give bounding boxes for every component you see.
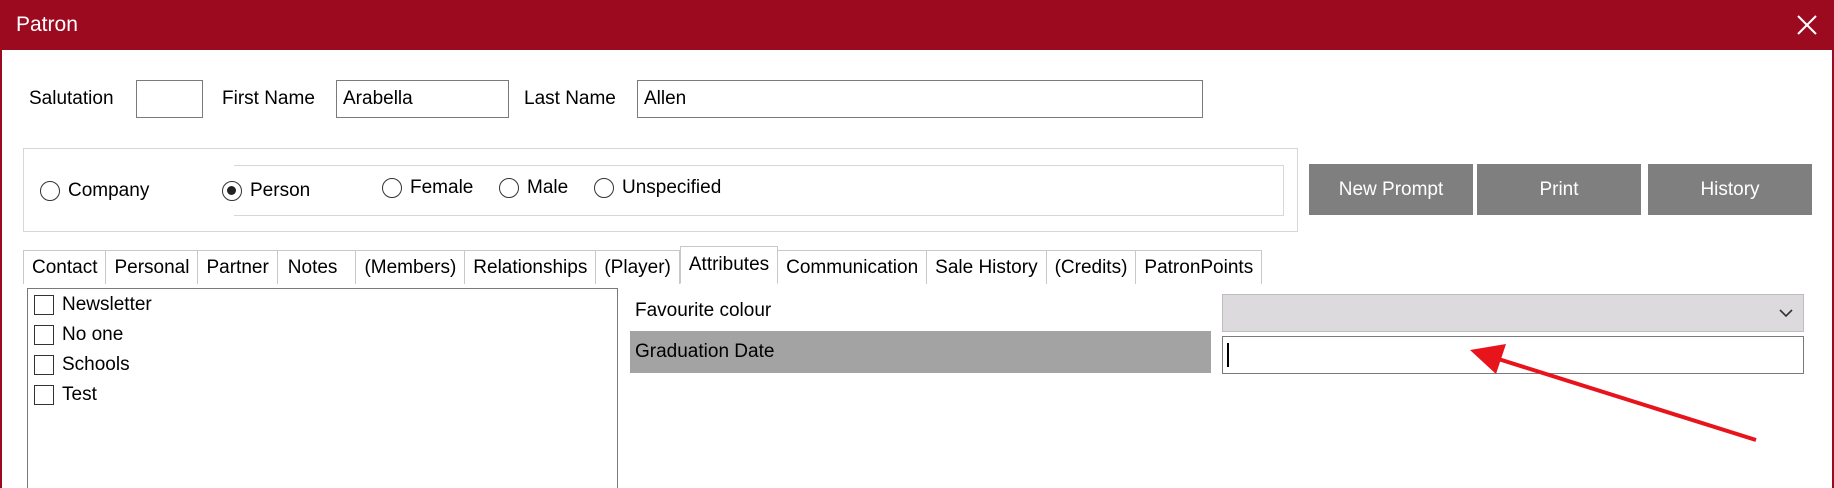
attribute-checklist[interactable]: Newsletter No one Schools Test — [27, 288, 618, 488]
checkbox-test[interactable]: Test — [34, 384, 97, 406]
last-name-input[interactable] — [637, 80, 1203, 118]
text-caret — [1227, 343, 1229, 367]
tab-notes[interactable]: Notes — [277, 250, 357, 284]
tab-credits[interactable]: (Credits) — [1046, 250, 1137, 284]
salutation-input[interactable] — [136, 80, 203, 118]
first-name-input[interactable] — [336, 80, 509, 118]
male-radio[interactable]: Male — [499, 177, 568, 199]
print-button[interactable]: Print — [1477, 164, 1641, 215]
chevron-down-icon — [1779, 309, 1793, 318]
female-radio-label: Female — [410, 177, 474, 198]
company-radio-dot — [40, 181, 60, 201]
history-button[interactable]: History — [1648, 164, 1812, 215]
patron-window: Patron Salutation First Name Last Name C… — [0, 0, 1834, 488]
graduation-date-label: Graduation Date — [635, 341, 775, 362]
checkbox-schools[interactable]: Schools — [34, 354, 130, 376]
salutation-label: Salutation — [29, 88, 114, 109]
tab-relationships[interactable]: Relationships — [465, 250, 597, 284]
tab-members[interactable]: (Members) — [356, 250, 466, 284]
company-radio-label: Company — [68, 180, 150, 201]
tab-patronpoints[interactable]: PatronPoints — [1136, 250, 1263, 284]
checkbox-no-one[interactable]: No one — [34, 324, 123, 346]
last-name-label: Last Name — [524, 88, 616, 109]
person-radio[interactable]: Person — [222, 180, 310, 202]
checkbox-box — [34, 385, 54, 405]
female-radio[interactable]: Female — [382, 177, 473, 199]
new-prompt-button[interactable]: New Prompt — [1309, 164, 1473, 215]
checkbox-label: Schools — [62, 354, 130, 375]
person-radio-dot — [222, 181, 242, 201]
checkbox-label: Newsletter — [62, 294, 152, 315]
checkbox-box — [34, 355, 54, 375]
first-name-label: First Name — [222, 88, 315, 109]
checkbox-newsletter[interactable]: Newsletter — [34, 294, 152, 316]
company-radio[interactable]: Company — [40, 180, 149, 202]
checkbox-label: Test — [62, 384, 97, 405]
checkbox-label: No one — [62, 324, 124, 345]
title-bar: Patron — [2, 0, 1834, 50]
unspecified-radio[interactable]: Unspecified — [594, 177, 721, 199]
tab-personal[interactable]: Personal — [106, 250, 199, 284]
tab-attributes[interactable]: Attributes — [679, 246, 779, 284]
person-radio-label: Person — [250, 180, 311, 201]
window-title: Patron — [16, 13, 78, 36]
male-radio-dot — [499, 178, 519, 198]
unspecified-radio-label: Unspecified — [622, 177, 722, 198]
unspecified-radio-dot — [594, 178, 614, 198]
annotation-arrow-icon — [1470, 344, 1757, 442]
male-radio-label: Male — [527, 177, 569, 198]
favourite-colour-select[interactable] — [1222, 294, 1804, 332]
close-icon[interactable] — [1790, 8, 1824, 42]
checkbox-box — [34, 325, 54, 345]
tab-sale-history[interactable]: Sale History — [927, 250, 1047, 284]
female-radio-dot — [382, 178, 402, 198]
tab-contact[interactable]: Contact — [23, 250, 107, 284]
checkbox-box — [34, 295, 54, 315]
tab-player[interactable]: (Player) — [596, 250, 680, 284]
tab-partner[interactable]: Partner — [198, 250, 278, 284]
tab-strip: Contact Personal Partner Notes (Members)… — [23, 246, 1263, 284]
tab-communication[interactable]: Communication — [778, 250, 928, 284]
favourite-colour-label: Favourite colour — [635, 300, 772, 321]
